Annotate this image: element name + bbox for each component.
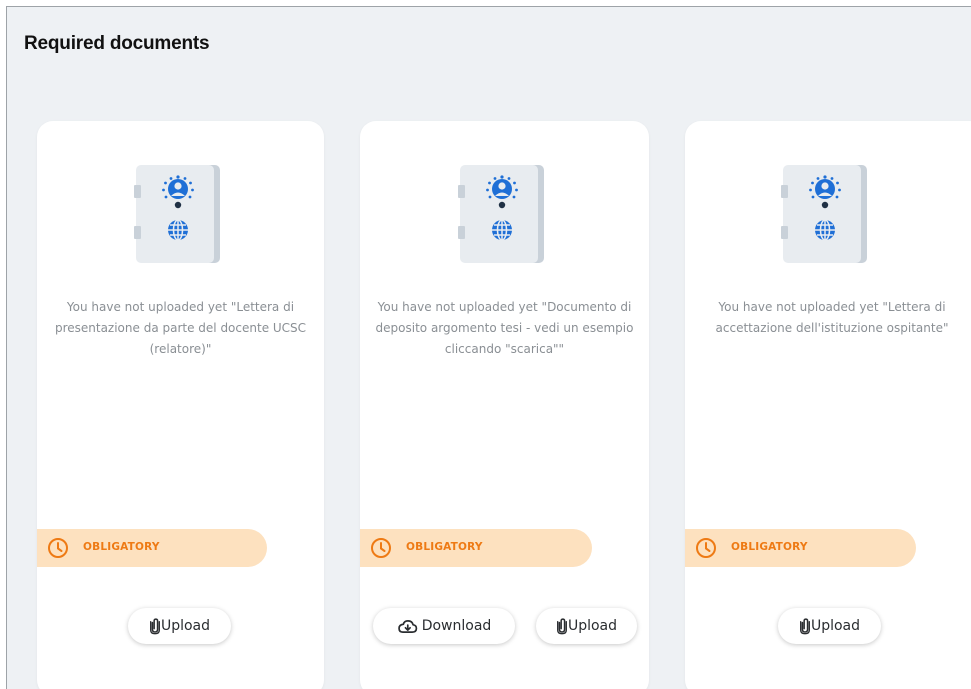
paperclip-icon: [556, 617, 568, 635]
document-card-acceptance-letter: You have not uploaded yet "Lettera di ac…: [685, 121, 971, 689]
upload-button[interactable]: Upload: [778, 608, 881, 644]
obligatory-badge: OBLIGATORY: [685, 529, 916, 567]
passport-document-icon: [458, 163, 546, 265]
document-status-message: You have not uploaded yet "Lettera di ac…: [715, 300, 949, 335]
upload-button-label: Upload: [810, 618, 861, 634]
obligatory-badge: OBLIGATORY: [360, 529, 592, 567]
document-card-presentation-letter: You have not uploaded yet "Lettera di pr…: [37, 121, 324, 689]
upload-button-label: Upload: [567, 618, 618, 634]
obligatory-badge: OBLIGATORY: [37, 529, 267, 567]
document-status-message: You have not uploaded yet "Documento di …: [375, 300, 634, 356]
upload-button[interactable]: Upload: [128, 608, 231, 644]
paperclip-icon: [799, 617, 811, 635]
clock-icon: [370, 537, 392, 559]
download-button-label: Download: [421, 618, 492, 634]
download-button[interactable]: Download: [373, 608, 515, 644]
passport-document-icon: [781, 163, 869, 265]
paperclip-icon: [149, 617, 161, 635]
document-card-thesis-deposit: You have not uploaded yet "Documento di …: [360, 121, 649, 689]
cloud-download-icon: [397, 619, 418, 634]
page-title: Required documents: [24, 33, 210, 54]
upload-button-label: Upload: [160, 618, 211, 634]
badge-label: OBLIGATORY: [731, 541, 808, 553]
upload-button[interactable]: Upload: [536, 608, 637, 644]
document-status-message: You have not uploaded yet "Lettera di pr…: [54, 300, 307, 356]
clock-icon: [695, 537, 717, 559]
passport-document-icon: [134, 163, 222, 265]
clock-icon: [47, 537, 69, 559]
badge-label: OBLIGATORY: [83, 541, 160, 553]
badge-label: OBLIGATORY: [406, 541, 483, 553]
required-documents-panel: Required documents You have not uploaded…: [6, 6, 971, 689]
